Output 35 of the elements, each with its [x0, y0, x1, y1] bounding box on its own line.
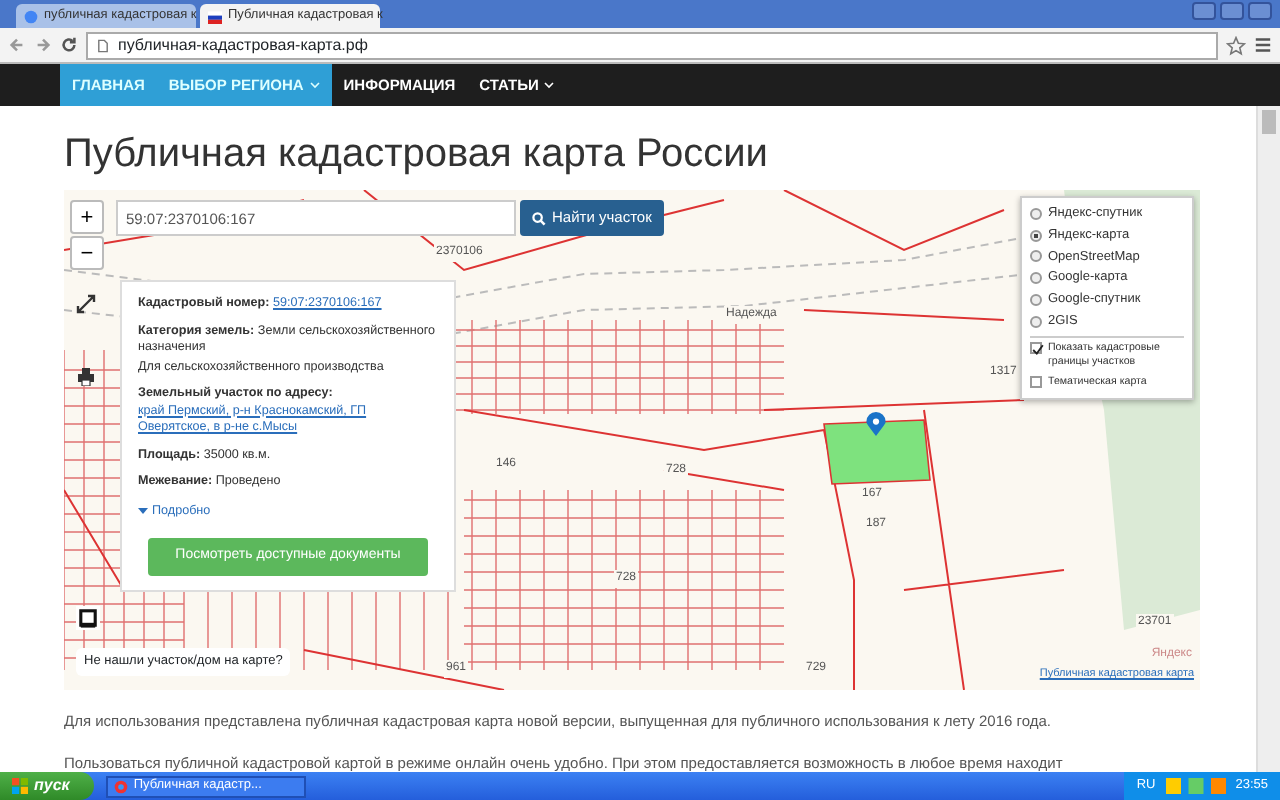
page-icon [96, 37, 110, 53]
globe-icon [24, 9, 38, 23]
windows-logo-icon [12, 778, 28, 794]
scrollbar-thumb[interactable] [1262, 110, 1276, 134]
checkbox[interactable] [1030, 376, 1042, 389]
printer-icon[interactable] [76, 366, 96, 386]
window-button[interactable] [1192, 2, 1216, 20]
radio-button[interactable] [1030, 207, 1042, 220]
reload-icon[interactable] [60, 36, 78, 54]
tray-icons-drawing[interactable] [1165, 778, 1226, 794]
url-text: публичная-кадастровая-карта.рф [118, 33, 368, 57]
page-title: Публичная кадастровая карта России [64, 130, 770, 178]
checkbox[interactable] [1030, 341, 1042, 353]
search-icon [532, 211, 546, 225]
radio-button[interactable] [1030, 229, 1042, 242]
address-field[interactable]: публичная-кадастровая-карта.рф [86, 31, 1218, 59]
start-button[interactable]: пуск [0, 772, 94, 800]
flag-icon [208, 9, 222, 23]
window-button[interactable] [1220, 2, 1244, 20]
browser-icon [113, 779, 128, 793]
menu-icon[interactable] [1254, 36, 1272, 54]
check-icon [1032, 343, 1044, 355]
radio-button[interactable] [1030, 293, 1042, 306]
zoom-out-button[interactable]: − [70, 236, 104, 270]
layers-square-icon[interactable] [76, 606, 100, 630]
radio-button[interactable] [1030, 250, 1042, 263]
zoom-in-button[interactable]: + [70, 200, 104, 234]
caret-icon [138, 505, 148, 516]
fullscreen-icon[interactable] [76, 294, 96, 314]
star-icon[interactable] [1226, 35, 1246, 55]
back-arrow-icon[interactable] [8, 36, 26, 54]
radio-button[interactable] [1030, 272, 1042, 285]
radio-button[interactable] [1030, 315, 1042, 328]
forward-arrow-icon[interactable] [34, 36, 52, 54]
window-button[interactable] [1248, 2, 1272, 20]
